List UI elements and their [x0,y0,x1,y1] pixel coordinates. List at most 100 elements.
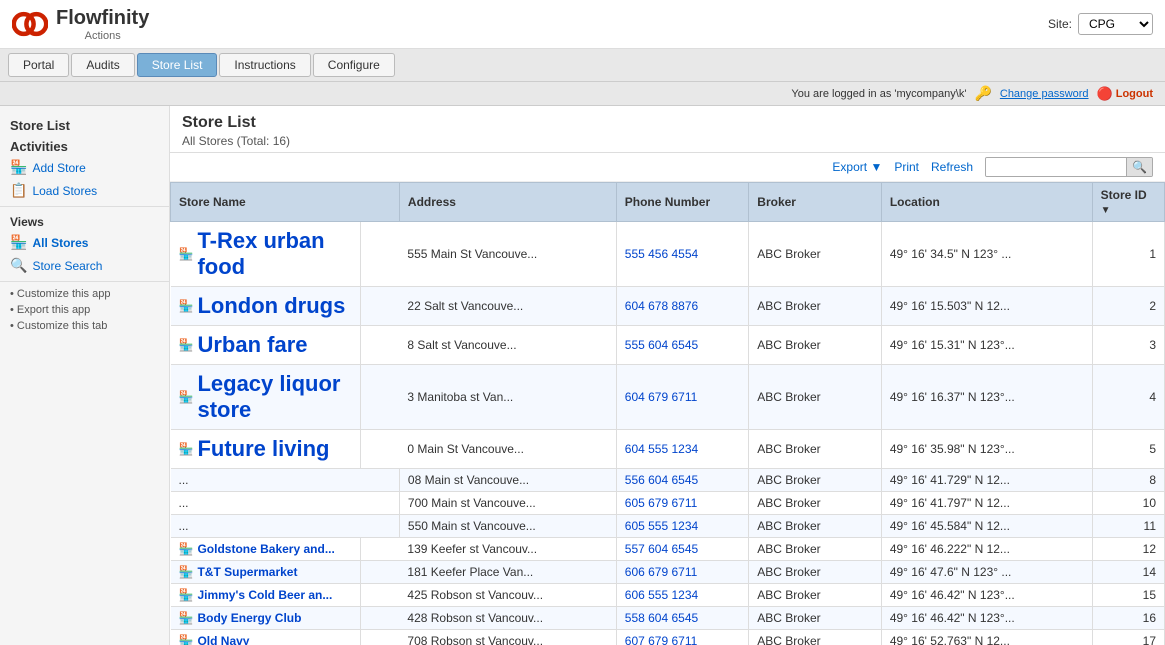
table-wrapper: Store Name Address Phone Number Broker L… [170,182,1165,645]
store-row-icon: 🏪 [179,247,194,261]
add-store-icon: 🏪 [10,159,27,176]
store-broker: ABC Broker [749,584,882,607]
search-submit-button[interactable]: 🔍 [1126,158,1152,176]
search-input[interactable] [986,158,1126,176]
store-name-link[interactable]: Future living [197,436,329,462]
brand-sub: Actions [56,30,149,42]
table-row: 🏪 T&T Supermarket181 Keefer Place Van...… [171,561,1165,584]
tab-audits[interactable]: Audits [71,53,134,77]
load-stores-icon: 📋 [10,182,27,199]
col-header-location[interactable]: Location [881,183,1092,222]
page-title: Store List [182,114,1153,132]
logo-icon [12,6,48,42]
table-row: 🏪 Old Navy 708 Robson st Vancouv... 607 67… [171,630,1165,645]
tab-store-list[interactable]: Store List [137,53,218,77]
store-id: 5 [1092,430,1164,469]
store-phone-link[interactable]: 556 604 6545 [625,473,698,487]
col-header-address[interactable]: Address [399,183,616,222]
sidebar-export-app[interactable]: Export this app [0,302,169,318]
store-phone-link[interactable]: 604 679 6711 [625,390,698,404]
total-label: All Stores (Total: 16) [182,134,1153,148]
user-icon: 🔑 [974,85,991,102]
col-header-store-id[interactable]: Store ID [1092,183,1164,222]
store-phone-link[interactable]: 607 679 6711 [625,634,698,645]
site-label: Site: [1048,17,1072,31]
table-header-row: Store Name Address Phone Number Broker L… [171,183,1165,222]
table-row: ...08 Main st Vancouve...556 604 6545ABC… [171,469,1165,492]
store-phone-link[interactable]: 606 555 1234 [625,588,698,602]
toolbar: Export ▼ Print Refresh 🔍 [170,153,1165,182]
store-phone-link[interactable]: 606 679 6711 [625,565,698,579]
store-name-link[interactable]: London drugs [197,293,345,319]
store-phone-link[interactable]: 605 679 6711 [625,496,698,510]
store-name-link[interactable]: T-Rex urban food [197,228,351,280]
tab-configure[interactable]: Configure [313,53,395,77]
store-phone-link[interactable]: 555 456 4554 [625,247,698,261]
store-row-icon: 🏪 [179,611,194,625]
store-phone-link[interactable]: 605 555 1234 [625,519,698,533]
sidebar-customize-tab[interactable]: Customize this tab [0,318,169,334]
store-address: 708 Robson st Vancouv... [399,630,616,645]
store-location: 49° 16' 15.503" N 12... [881,287,1092,326]
refresh-button[interactable]: Refresh [931,160,973,174]
sidebar-item-store-search[interactable]: 🔍 Store Search [0,254,169,277]
change-password-link[interactable]: Change password [1000,88,1089,100]
store-broker: ABC Broker [749,222,882,287]
site-selector[interactable]: CPG [1078,13,1153,35]
col-header-store-name[interactable]: Store Name [171,183,400,222]
store-location: 49° 16' 35.98" N 123°... [881,430,1092,469]
store-address: 3 Manitoba st Van... [399,365,616,430]
store-location: 49° 16' 46.42" N 123°... [881,607,1092,630]
store-broker: ABC Broker [749,287,882,326]
store-broker: ABC Broker [749,607,882,630]
store-id: 2 [1092,287,1164,326]
store-phone-link[interactable]: 604 678 8876 [625,299,698,313]
store-phone-link[interactable]: 555 604 6545 [625,338,698,352]
store-name-link[interactable]: Legacy liquor store [197,371,351,423]
all-stores-icon: 🏪 [10,234,27,251]
store-id: 3 [1092,326,1164,365]
store-id: 16 [1092,607,1164,630]
store-phone-link[interactable]: 558 604 6545 [625,611,698,625]
store-name-link[interactable]: Body Energy Club [197,611,301,625]
store-phone-link[interactable]: 557 604 6545 [625,542,698,556]
store-id: 11 [1092,515,1164,538]
store-id: 12 [1092,538,1164,561]
store-name-link[interactable]: Old Navy [197,634,249,645]
store-name-link[interactable]: T&T Supermarket [197,565,297,579]
print-button[interactable]: Print [894,160,919,174]
store-location: 49° 16' 41.729" N 12... [881,469,1092,492]
nav-bar: Portal Audits Store List Instructions Co… [0,49,1165,81]
store-broker: ABC Broker [749,538,882,561]
store-address: 700 Main st Vancouve... [399,492,616,515]
store-id: 4 [1092,365,1164,430]
col-header-phone[interactable]: Phone Number [616,183,749,222]
logout-button[interactable]: 🔴 Logout [1097,86,1153,102]
store-name-link[interactable]: Urban fare [197,332,307,358]
store-name-link[interactable]: Goldstone Bakery and... [197,542,334,556]
sidebar-customize-app[interactable]: Customize this app [0,286,169,302]
store-location: 49° 16' 52.763" N 12... [881,630,1092,645]
store-id: 17 [1092,630,1164,645]
store-address: 428 Robson st Vancouv... [399,607,616,630]
store-row-icon: 🏪 [179,634,194,645]
store-name-link[interactable]: Jimmy's Cold Beer an... [197,588,332,602]
sidebar-item-load-stores[interactable]: 📋 Load Stores [0,179,169,202]
export-button[interactable]: Export ▼ [832,160,882,174]
store-broker: ABC Broker [749,515,882,538]
store-location: 49° 16' 47.6" N 123° ... [881,561,1092,584]
tab-portal[interactable]: Portal [8,53,69,77]
store-location: 49° 16' 41.797" N 12... [881,492,1092,515]
store-search-icon: 🔍 [10,257,27,274]
col-header-broker[interactable]: Broker [749,183,882,222]
table-row: 🏪 Body Energy Club 428 Robson st Vancouv.… [171,607,1165,630]
logout-icon: 🔴 [1097,86,1113,102]
store-id: 15 [1092,584,1164,607]
store-address: 8 Salt st Vancouve... [399,326,616,365]
store-row-icon: 🏪 [179,542,194,556]
store-phone-link[interactable]: 604 555 1234 [625,442,698,456]
tab-instructions[interactable]: Instructions [219,53,310,77]
sidebar-item-all-stores[interactable]: 🏪 All Stores [0,231,169,254]
sidebar-item-add-store[interactable]: 🏪 Add Store [0,156,169,179]
table-row: ...700 Main st Vancouve...605 679 6711AB… [171,492,1165,515]
